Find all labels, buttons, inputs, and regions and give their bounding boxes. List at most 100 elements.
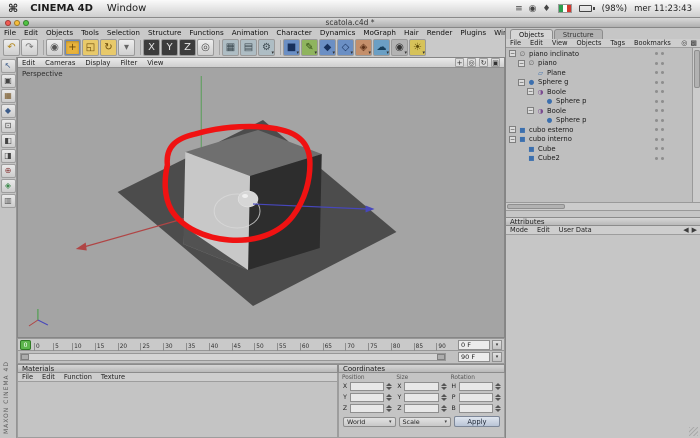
undo-icon[interactable]: ↶	[3, 39, 20, 56]
render-view-icon[interactable]: ▦	[222, 39, 239, 56]
z-axis-lock-icon[interactable]: Z	[179, 39, 196, 56]
tree-horizontal-scrollbar[interactable]	[506, 203, 700, 211]
timeline-tick-20[interactable]: 20	[117, 343, 127, 351]
materials-menu-edit[interactable]: Edit	[42, 373, 55, 381]
scrollbar-thumb[interactable]	[507, 204, 565, 209]
tree-label[interactable]: Cube	[538, 145, 556, 153]
timeline-tick-35[interactable]: 35	[185, 343, 195, 351]
world-dropdown[interactable]: World	[343, 416, 396, 427]
visibility-dots[interactable]	[655, 99, 664, 103]
toggle-view-icon[interactable]: ▣	[491, 58, 500, 67]
range-end-handle[interactable]	[437, 354, 445, 360]
materials-menu-texture[interactable]: Texture	[101, 373, 125, 381]
tree-row-boole[interactable]: − ◑ Boole	[506, 106, 692, 116]
rotate-tool-icon[interactable]: ↻	[100, 39, 117, 56]
spinner-icon[interactable]	[386, 405, 393, 412]
x-axis-lock-icon[interactable]: X	[143, 39, 160, 56]
scale-dropdown[interactable]: Scale	[398, 416, 451, 427]
menu-edit[interactable]: Edit	[24, 28, 38, 37]
menu-animation[interactable]: Animation	[232, 28, 269, 37]
coord-group-header[interactable]: Position	[342, 375, 392, 381]
spinner-icon[interactable]	[440, 405, 447, 412]
timeline-tick-75[interactable]: 75	[368, 343, 378, 351]
tree-label[interactable]: Sphere p	[556, 116, 586, 124]
camera-icon[interactable]: ◉ ▾	[391, 39, 408, 56]
tree-row-cubo-esterno[interactable]: − ■ cubo esterno	[506, 125, 692, 135]
tree-label[interactable]: cubo esterno	[529, 126, 573, 134]
timeline-tick-50[interactable]: 50	[254, 343, 264, 351]
coord-input-position-z[interactable]	[350, 404, 385, 413]
tree-row-sphere-p[interactable]: ● Sphere p	[506, 116, 692, 126]
timeline-tick-70[interactable]: 70	[345, 343, 355, 351]
zoom-button[interactable]	[23, 20, 29, 26]
cube-icon[interactable]: ■	[527, 154, 536, 162]
generator-icon[interactable]: ◆ ▾	[319, 39, 336, 56]
spinner-icon[interactable]	[386, 383, 393, 390]
menu-extra-icon-3[interactable]: ♦	[543, 4, 551, 14]
timeline-tick-65[interactable]: 65	[322, 343, 332, 351]
cube-icon[interactable]: ■	[518, 135, 527, 143]
range-stepper-icon[interactable]: ▾	[492, 352, 502, 362]
tree-row-plane[interactable]: ▱ Plane	[506, 68, 692, 78]
materials-panel-title[interactable]: Materials	[17, 364, 338, 373]
move-tool-icon[interactable]: +	[64, 39, 81, 56]
texture-mode-icon[interactable]: ▦	[0, 89, 16, 103]
coord-input-rotation-p[interactable]	[458, 393, 493, 402]
tree-row-cube[interactable]: ■ Cube	[506, 144, 692, 154]
history-back-icon[interactable]: ◀	[683, 226, 688, 234]
cube-icon[interactable]: ■	[518, 126, 527, 134]
coordinate-system-icon[interactable]: ◎	[197, 39, 214, 56]
timeline-ticks[interactable]: 0 5 10 15 20 25 30 35 40 45 50 55 60 65 70 75 80 85 90	[34, 340, 446, 351]
tree-row-boole[interactable]: − ◑ Boole	[506, 87, 692, 97]
tree-expander-icon[interactable]: −	[518, 59, 525, 67]
objects-menu-tags[interactable]: Tags	[610, 39, 625, 47]
tree-expander-icon[interactable]: −	[509, 126, 516, 134]
tree-expander-icon[interactable]: −	[509, 135, 516, 143]
tree-label[interactable]: Boole	[547, 88, 566, 96]
spinner-icon[interactable]	[440, 383, 447, 390]
spinner-icon[interactable]	[494, 383, 501, 390]
object-tree[interactable]: − ∅ piano inclinato − ∅ piano ▱ Plane − ● Sphere g…	[506, 48, 700, 203]
tree-label[interactable]: Sphere g	[538, 78, 568, 86]
menu-selection[interactable]: Selection	[107, 28, 140, 37]
tree-row-piano[interactable]: − ∅ piano	[506, 59, 692, 69]
end-frame-input[interactable]: 90 F	[458, 352, 490, 362]
objects-menu-edit[interactable]: Edit	[530, 39, 543, 47]
resize-grip[interactable]	[689, 427, 698, 436]
lock-workplane-icon[interactable]: ▥	[0, 194, 16, 208]
timeline-tick-0[interactable]: 0	[34, 343, 40, 351]
tree-label[interactable]: Cube2	[538, 154, 560, 162]
search-icon[interactable]: ◎	[681, 39, 687, 47]
boole-icon[interactable]: ◑	[536, 88, 545, 96]
range-start-handle[interactable]	[21, 354, 29, 360]
edges-mode-icon[interactable]: ◧	[0, 134, 16, 148]
plane-icon[interactable]: ▱	[536, 69, 545, 77]
apple-menu-icon[interactable]: ⌘	[8, 2, 18, 15]
tree-row-sphere-g[interactable]: − ● Sphere g	[506, 78, 692, 88]
timeline-tick-60[interactable]: 60	[299, 343, 309, 351]
attributes-menu-user-data[interactable]: User Data	[559, 226, 592, 234]
scale-tool-icon[interactable]: ◱	[82, 39, 99, 56]
timeline-ruler[interactable]: 0 0 5 10 15 20 25 30 35 40 45 50 55 60 65 70 75 80 85 90 0…	[17, 338, 505, 351]
coord-group-header[interactable]: Size	[396, 375, 446, 381]
primitive-cube-icon[interactable]: ■ ▾	[283, 39, 300, 56]
spinner-icon[interactable]	[386, 394, 393, 401]
visibility-dots[interactable]	[655, 118, 664, 122]
current-frame-input[interactable]: 0 F	[458, 340, 490, 350]
orbit-view-icon[interactable]: ↻	[479, 58, 488, 67]
menu-extra-icon-2[interactable]: ◉	[529, 4, 537, 14]
menu-plugins[interactable]: Plugins	[460, 28, 486, 37]
sphere-icon[interactable]: ●	[527, 78, 536, 86]
coord-input-size-z[interactable]	[404, 404, 439, 413]
boole-icon[interactable]: ◑	[536, 107, 545, 115]
snap-icon[interactable]: ◈	[0, 179, 16, 193]
tree-expander-icon[interactable]: −	[518, 78, 525, 86]
tree-row-sphere-p[interactable]: ● Sphere p	[506, 97, 692, 107]
cube-icon[interactable]: ■	[527, 145, 536, 153]
scene-svg[interactable]	[18, 68, 504, 337]
scrollbar-thumb[interactable]	[694, 50, 700, 88]
menu-tools[interactable]: Tools	[81, 28, 99, 37]
axis-mode-icon[interactable]: ⊕	[0, 164, 16, 178]
tree-label[interactable]: cubo interno	[529, 135, 572, 143]
viewport-menu-filter[interactable]: Filter	[120, 59, 137, 67]
